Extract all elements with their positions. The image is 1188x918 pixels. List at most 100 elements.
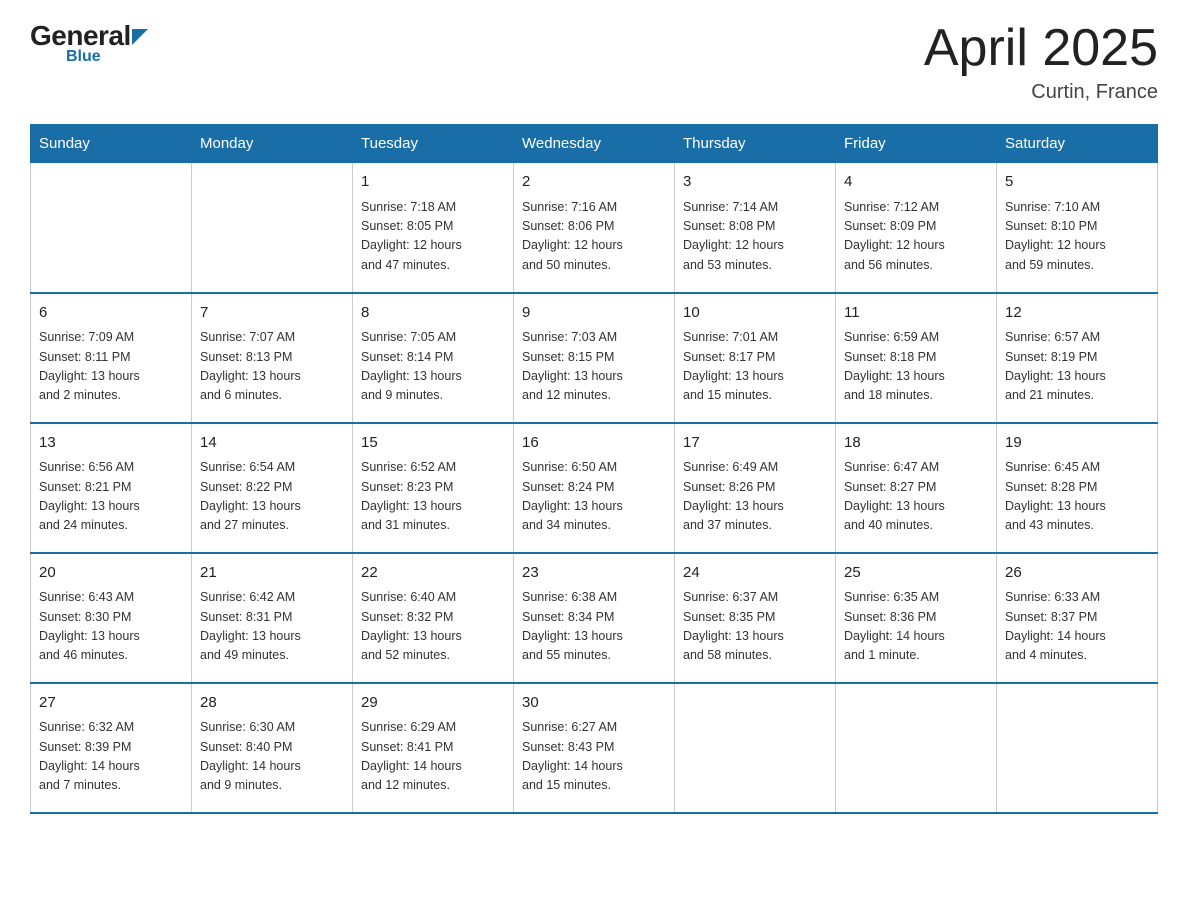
table-row: 12 Sunrise: 6:57 AM Sunset: 8:19 PM Dayli… bbox=[997, 293, 1158, 423]
col-tuesday: Tuesday bbox=[353, 125, 514, 163]
day-info: Sunrise: 7:09 AM Sunset: 8:11 PM Dayligh… bbox=[39, 328, 183, 406]
day-info: Sunrise: 6:54 AM Sunset: 8:22 PM Dayligh… bbox=[200, 458, 344, 536]
table-row: 21 Sunrise: 6:42 AM Sunset: 8:31 PM Dayli… bbox=[192, 553, 353, 683]
table-row bbox=[997, 683, 1158, 813]
day-info: Sunrise: 6:38 AM Sunset: 8:34 PM Dayligh… bbox=[522, 588, 666, 666]
table-row: 23 Sunrise: 6:38 AM Sunset: 8:34 PM Dayli… bbox=[514, 553, 675, 683]
day-info: Sunrise: 6:33 AM Sunset: 8:37 PM Dayligh… bbox=[1005, 588, 1149, 666]
day-info: Sunrise: 6:43 AM Sunset: 8:30 PM Dayligh… bbox=[39, 588, 183, 666]
day-number: 4 bbox=[844, 171, 988, 194]
calendar-week-row: 13 Sunrise: 6:56 AM Sunset: 8:21 PM Dayli… bbox=[31, 423, 1158, 553]
day-number: 2 bbox=[522, 171, 666, 194]
day-number: 3 bbox=[683, 171, 827, 194]
day-number: 7 bbox=[200, 302, 344, 325]
day-number: 18 bbox=[844, 432, 988, 455]
day-info: Sunrise: 7:14 AM Sunset: 8:08 PM Dayligh… bbox=[683, 198, 827, 276]
calendar-table: Sunday Monday Tuesday Wednesday Thursday… bbox=[30, 124, 1158, 814]
day-number: 11 bbox=[844, 302, 988, 325]
table-row: 10 Sunrise: 7:01 AM Sunset: 8:17 PM Dayli… bbox=[675, 293, 836, 423]
day-number: 1 bbox=[361, 171, 505, 194]
day-number: 16 bbox=[522, 432, 666, 455]
table-row: 25Sunrise: 6:35 AM Sunset: 8:36 PM Dayli… bbox=[836, 553, 997, 683]
day-info: Sunrise: 6:29 AM Sunset: 8:41 PM Dayligh… bbox=[361, 718, 505, 796]
table-row: 11 Sunrise: 6:59 AM Sunset: 8:18 PM Dayli… bbox=[836, 293, 997, 423]
day-info: Sunrise: 7:07 AM Sunset: 8:13 PM Dayligh… bbox=[200, 328, 344, 406]
day-number: 20 bbox=[39, 562, 183, 585]
day-number: 10 bbox=[683, 302, 827, 325]
table-row: 8 Sunrise: 7:05 AM Sunset: 8:14 PM Daylig… bbox=[353, 293, 514, 423]
calendar-week-row: 20 Sunrise: 6:43 AM Sunset: 8:30 PM Dayli… bbox=[31, 553, 1158, 683]
day-number: 14 bbox=[200, 432, 344, 455]
table-row: 2Sunrise: 7:16 AM Sunset: 8:06 PM Daylig… bbox=[514, 163, 675, 293]
logo-triangle-icon bbox=[132, 29, 148, 45]
calendar-week-row: 1 Sunrise: 7:18 AM Sunset: 8:05 PM Daylig… bbox=[31, 163, 1158, 293]
day-number: 19 bbox=[1005, 432, 1149, 455]
day-info: Sunrise: 6:56 AM Sunset: 8:21 PM Dayligh… bbox=[39, 458, 183, 536]
day-info: Sunrise: 6:37 AM Sunset: 8:35 PM Dayligh… bbox=[683, 588, 827, 666]
day-info: Sunrise: 7:03 AM Sunset: 8:15 PM Dayligh… bbox=[522, 328, 666, 406]
day-info: Sunrise: 6:57 AM Sunset: 8:19 PM Dayligh… bbox=[1005, 328, 1149, 406]
day-number: 12 bbox=[1005, 302, 1149, 325]
logo: General Blue bbox=[30, 20, 148, 66]
day-info: Sunrise: 6:50 AM Sunset: 8:24 PM Dayligh… bbox=[522, 458, 666, 536]
table-row: 9 Sunrise: 7:03 AM Sunset: 8:15 PM Daylig… bbox=[514, 293, 675, 423]
table-row: 5Sunrise: 7:10 AM Sunset: 8:10 PM Daylig… bbox=[997, 163, 1158, 293]
day-number: 25 bbox=[844, 562, 988, 585]
day-number: 6 bbox=[39, 302, 183, 325]
day-info: Sunrise: 6:49 AM Sunset: 8:26 PM Dayligh… bbox=[683, 458, 827, 536]
day-number: 22 bbox=[361, 562, 505, 585]
table-row: 19Sunrise: 6:45 AM Sunset: 8:28 PM Dayli… bbox=[997, 423, 1158, 553]
col-friday: Friday bbox=[836, 125, 997, 163]
table-row: 22 Sunrise: 6:40 AM Sunset: 8:32 PM Dayli… bbox=[353, 553, 514, 683]
day-number: 9 bbox=[522, 302, 666, 325]
day-info: Sunrise: 6:42 AM Sunset: 8:31 PM Dayligh… bbox=[200, 588, 344, 666]
table-row: 30Sunrise: 6:27 AM Sunset: 8:43 PM Dayli… bbox=[514, 683, 675, 813]
col-wednesday: Wednesday bbox=[514, 125, 675, 163]
day-number: 5 bbox=[1005, 171, 1149, 194]
day-number: 29 bbox=[361, 692, 505, 715]
table-row: 1 Sunrise: 7:18 AM Sunset: 8:05 PM Daylig… bbox=[353, 163, 514, 293]
col-monday: Monday bbox=[192, 125, 353, 163]
table-row: 15Sunrise: 6:52 AM Sunset: 8:23 PM Dayli… bbox=[353, 423, 514, 553]
day-number: 8 bbox=[361, 302, 505, 325]
table-row: 18 Sunrise: 6:47 AM Sunset: 8:27 PM Dayli… bbox=[836, 423, 997, 553]
table-row: 28Sunrise: 6:30 AM Sunset: 8:40 PM Dayli… bbox=[192, 683, 353, 813]
table-row: 27Sunrise: 6:32 AM Sunset: 8:39 PM Dayli… bbox=[31, 683, 192, 813]
day-info: Sunrise: 6:40 AM Sunset: 8:32 PM Dayligh… bbox=[361, 588, 505, 666]
col-thursday: Thursday bbox=[675, 125, 836, 163]
table-row: 13 Sunrise: 6:56 AM Sunset: 8:21 PM Dayli… bbox=[31, 423, 192, 553]
calendar-week-row: 6 Sunrise: 7:09 AM Sunset: 8:11 PM Daylig… bbox=[31, 293, 1158, 423]
table-row: 14 Sunrise: 6:54 AM Sunset: 8:22 PM Dayli… bbox=[192, 423, 353, 553]
table-row bbox=[675, 683, 836, 813]
calendar-week-row: 27Sunrise: 6:32 AM Sunset: 8:39 PM Dayli… bbox=[31, 683, 1158, 813]
day-info: Sunrise: 7:12 AM Sunset: 8:09 PM Dayligh… bbox=[844, 198, 988, 276]
location-title: Curtin, France bbox=[924, 81, 1158, 104]
day-info: Sunrise: 7:01 AM Sunset: 8:17 PM Dayligh… bbox=[683, 328, 827, 406]
table-row bbox=[31, 163, 192, 293]
day-info: Sunrise: 6:27 AM Sunset: 8:43 PM Dayligh… bbox=[522, 718, 666, 796]
day-info: Sunrise: 7:05 AM Sunset: 8:14 PM Dayligh… bbox=[361, 328, 505, 406]
day-number: 24 bbox=[683, 562, 827, 585]
title-block: April 2025 Curtin, France bbox=[924, 20, 1158, 104]
day-info: Sunrise: 6:59 AM Sunset: 8:18 PM Dayligh… bbox=[844, 328, 988, 406]
page-header: General Blue April 2025 Curtin, France bbox=[30, 20, 1158, 104]
day-info: Sunrise: 7:18 AM Sunset: 8:05 PM Dayligh… bbox=[361, 198, 505, 276]
table-row: 16 Sunrise: 6:50 AM Sunset: 8:24 PM Dayli… bbox=[514, 423, 675, 553]
day-info: Sunrise: 6:47 AM Sunset: 8:27 PM Dayligh… bbox=[844, 458, 988, 536]
day-number: 26 bbox=[1005, 562, 1149, 585]
day-number: 23 bbox=[522, 562, 666, 585]
day-number: 13 bbox=[39, 432, 183, 455]
day-info: Sunrise: 6:30 AM Sunset: 8:40 PM Dayligh… bbox=[200, 718, 344, 796]
table-row: 7 Sunrise: 7:07 AM Sunset: 8:13 PM Daylig… bbox=[192, 293, 353, 423]
month-title: April 2025 bbox=[924, 20, 1158, 77]
col-sunday: Sunday bbox=[31, 125, 192, 163]
day-number: 15 bbox=[361, 432, 505, 455]
table-row: 20 Sunrise: 6:43 AM Sunset: 8:30 PM Dayli… bbox=[31, 553, 192, 683]
table-row bbox=[836, 683, 997, 813]
day-number: 27 bbox=[39, 692, 183, 715]
table-row bbox=[192, 163, 353, 293]
calendar-header-row: Sunday Monday Tuesday Wednesday Thursday… bbox=[31, 125, 1158, 163]
col-saturday: Saturday bbox=[997, 125, 1158, 163]
day-number: 21 bbox=[200, 562, 344, 585]
table-row: 29 Sunrise: 6:29 AM Sunset: 8:41 PM Dayli… bbox=[353, 683, 514, 813]
